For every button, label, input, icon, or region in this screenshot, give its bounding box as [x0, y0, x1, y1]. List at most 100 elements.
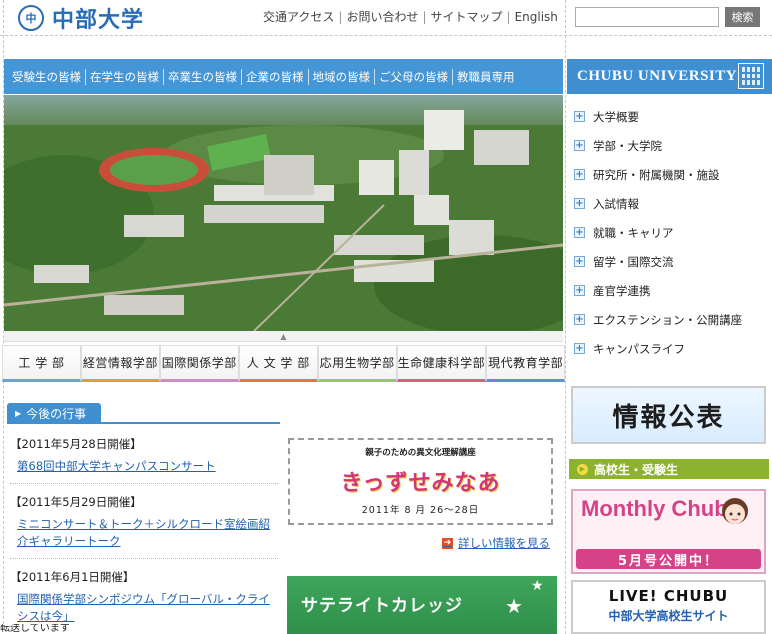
promo-title: きっずせみなあ: [340, 471, 501, 496]
nav-staff[interactable]: 教職員専用: [453, 69, 519, 85]
triangle-right-icon: ▶: [15, 408, 22, 418]
chevron-up-icon: ▲: [280, 332, 287, 341]
side-item-label: 大学概要: [593, 109, 639, 124]
side-item-campus-life[interactable]: + キャンパスライフ: [574, 334, 770, 363]
more-info-label: 詳しい情報を見る: [458, 536, 550, 550]
satellite-college-banner[interactable]: サテライトカレッジ ★ ★: [287, 576, 557, 634]
dept-bioscience[interactable]: 応用生物学部: [317, 345, 397, 382]
contact-link[interactable]: お問い合わせ: [346, 10, 418, 24]
dept-humanities[interactable]: 人 文 学 部: [238, 345, 318, 382]
dept-life-health[interactable]: 生命健康科学部: [396, 345, 487, 382]
status-bar: 転送しています: [0, 624, 110, 634]
list-item: 【2011年6月1日開催】 国際関係学部シンポジウム「グローバル・クライシスは今…: [10, 565, 278, 633]
sitemap-link[interactable]: サイトマップ: [431, 10, 503, 24]
event-link[interactable]: 国際関係学部シンポジウム「グローバル・クライシスは今」: [10, 591, 278, 625]
side-item-overview[interactable]: + 大学概要: [574, 102, 770, 131]
star-icon: ★: [505, 594, 524, 618]
arrow-right-icon: ➔: [442, 537, 453, 549]
promo-date: 2011年 8 月 26〜28日: [361, 505, 480, 516]
information-disclosure-banner[interactable]: 情報公表: [571, 386, 766, 444]
side-item-institutes[interactable]: + 研究所・附属機関・施設: [574, 160, 770, 189]
side-item-label: 学部・大学院: [593, 138, 662, 153]
slideshow-toggle[interactable]: ▲: [4, 331, 563, 342]
side-item-faculties[interactable]: + 学部・大学院: [574, 131, 770, 160]
dept-engineering[interactable]: 工 学 部: [2, 345, 81, 382]
plus-icon: +: [574, 198, 585, 209]
event-date: 【2011年6月1日開催】: [10, 570, 135, 584]
plus-icon: +: [574, 314, 585, 325]
kids-seminar-banner[interactable]: 親子のための異文化理解講座 きっずせみなあ 2011年 8 月 26〜28日: [288, 438, 553, 525]
access-link[interactable]: 交通アクセス: [263, 10, 334, 24]
plus-icon: +: [574, 227, 585, 238]
side-item-admissions[interactable]: + 入試情報: [574, 189, 770, 218]
plus-icon: +: [574, 169, 585, 180]
campus-photo-illustration: [4, 95, 563, 331]
side-item-career[interactable]: + 就職・キャリア: [574, 218, 770, 247]
satellite-title: サテライトカレッジ: [301, 596, 463, 616]
search-input[interactable]: [575, 7, 719, 27]
nav-community[interactable]: 地域の皆様: [309, 68, 375, 85]
event-link[interactable]: 第68回中部大学キャンパスコンサート: [10, 458, 278, 475]
promo-subtitle: 親子のための異文化理解講座: [365, 448, 476, 458]
layout-divider: [0, 35, 772, 36]
layout-divider: [565, 0, 566, 634]
top-links: 交通アクセス | お問い合わせ | サイトマップ | English: [263, 8, 558, 25]
brand-text: CHUBU UNIVERSITY: [577, 68, 738, 84]
nav-prospective-students[interactable]: 受験生の皆様: [8, 68, 86, 85]
english-link[interactable]: English: [515, 10, 558, 24]
plus-icon: +: [574, 140, 585, 151]
live-chubu-banner[interactable]: LIVE! CHUBU 中部大学高校生サイト: [571, 580, 766, 634]
university-logo[interactable]: 中 中部大学: [18, 4, 144, 33]
separator: |: [338, 10, 343, 24]
dept-education[interactable]: 現代教育学部: [486, 345, 566, 382]
side-item-international[interactable]: + 留学・国際交流: [574, 247, 770, 276]
nav-companies[interactable]: 企業の皆様: [242, 68, 309, 85]
side-item-label: 留学・国際交流: [593, 254, 674, 269]
more-info-link[interactable]: ➔ 詳しい情報を見る: [442, 535, 550, 551]
nav-current-students[interactable]: 在学生の皆様: [86, 68, 164, 85]
events-header-label: 今後の行事: [26, 406, 87, 421]
monthly-chubu-banner[interactable]: Monthly Chubu 5月号公開中！: [571, 489, 766, 574]
brand-banner: CHUBU UNIVERSITY: [567, 59, 772, 94]
side-item-label: キャンパスライフ: [593, 341, 685, 356]
live-title: LIVE! CHUBU: [608, 587, 729, 605]
separator: |: [422, 10, 427, 24]
list-item: 【2011年5月28日開催】 第68回中部大学キャンパスコンサート: [10, 432, 278, 484]
high-school-header: ▶ 高校生・受験生: [569, 459, 769, 479]
side-item-label: 入試情報: [593, 196, 639, 211]
side-menu: + 大学概要 + 学部・大学院 + 研究所・附属機関・施設 + 入試情報 + 就職・キャリ…: [574, 102, 770, 363]
girl-illustration-icon: [722, 498, 748, 524]
events-list: 【2011年5月28日開催】 第68回中部大学キャンパスコンサート 【2011年…: [10, 432, 278, 634]
separator: |: [506, 10, 511, 24]
main-nav: 受験生の皆様 在学生の皆様 卒業生の皆様 企業の皆様 地域の皆様 ご父母の皆様 …: [4, 59, 563, 94]
plus-icon: +: [574, 256, 585, 267]
side-item-label: 産官学連携: [593, 283, 651, 298]
building-icon: [738, 63, 764, 89]
department-tabs: 工 学 部 経営情報学部 国際関係学部 人 文 学 部 応用生物学部 生命健康科…: [2, 345, 566, 382]
nav-alumni[interactable]: 卒業生の皆様: [164, 68, 242, 85]
star-icon: ★: [531, 578, 545, 594]
event-date: 【2011年5月28日開催】: [10, 437, 142, 451]
side-item-label: 就職・キャリア: [593, 225, 674, 240]
university-emblem-icon: 中: [18, 5, 44, 31]
triangle-right-icon: ▶: [577, 463, 588, 475]
event-link[interactable]: ミニコンサート＆トーク＋シルクロード室絵画紹介ギャラリートーク: [10, 516, 278, 550]
side-item-label: エクステンション・公開講座: [593, 312, 743, 327]
side-item-extension[interactable]: + エクステンション・公開講座: [574, 305, 770, 334]
side-item-industry[interactable]: + 産官学連携: [574, 276, 770, 305]
plus-icon: +: [574, 111, 585, 122]
events-header: ▶ 今後の行事: [7, 403, 101, 423]
monthly-issue-label: 5月号公開中！: [576, 549, 761, 569]
dept-management-info[interactable]: 経営情報学部: [80, 345, 160, 382]
page: 中 中部大学 交通アクセス | お問い合わせ | サイトマップ | English 検索 受…: [0, 0, 772, 634]
campus-aerial-photo: [4, 95, 563, 331]
live-subtitle: 中部大学高校生サイト: [608, 609, 729, 623]
plus-icon: +: [574, 343, 585, 354]
events-rule: [7, 422, 280, 424]
plus-icon: +: [574, 285, 585, 296]
nav-parents[interactable]: ご父母の皆様: [375, 68, 453, 85]
side-item-label: 研究所・附属機関・施設: [593, 167, 720, 182]
search-button[interactable]: 検索: [725, 7, 760, 27]
high-school-header-label: 高校生・受験生: [594, 462, 679, 477]
dept-international-relations[interactable]: 国際関係学部: [159, 345, 239, 382]
